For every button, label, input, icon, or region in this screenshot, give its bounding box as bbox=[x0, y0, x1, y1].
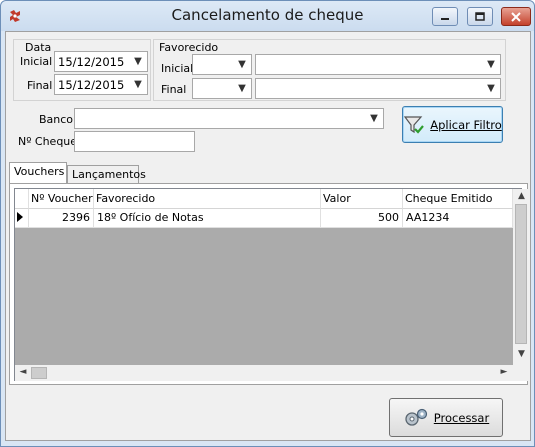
close-button[interactable] bbox=[501, 7, 531, 26]
date-group-label: Data bbox=[25, 41, 52, 54]
table-cell-check[interactable]: AA1234 bbox=[403, 209, 513, 228]
column-header-check[interactable]: Cheque Emitido bbox=[403, 189, 513, 209]
row-selector[interactable] bbox=[15, 209, 29, 228]
date-start-picker[interactable]: 15/12/2015 ▼ bbox=[54, 51, 148, 72]
current-row-arrow-icon bbox=[17, 212, 23, 222]
client-area: Data Inicial 15/12/2015 ▼ Final 15/12/20… bbox=[5, 31, 531, 441]
scroll-down-icon[interactable]: ▼ bbox=[513, 349, 530, 359]
row-header-corner bbox=[15, 189, 29, 209]
chevron-down-icon[interactable]: ▼ bbox=[485, 82, 497, 96]
table-cell-payee[interactable]: 18º Ofício de Notas bbox=[94, 209, 321, 228]
chevron-down-icon[interactable]: ▼ bbox=[236, 58, 248, 72]
scroll-thumb-horizontal[interactable] bbox=[31, 367, 47, 379]
table-cell-voucher[interactable]: 2396 bbox=[29, 209, 94, 228]
maximize-button[interactable] bbox=[467, 7, 493, 26]
check-number-input[interactable] bbox=[74, 131, 195, 152]
scroll-up-icon[interactable]: ▲ bbox=[513, 191, 530, 201]
minimize-button[interactable] bbox=[432, 7, 458, 26]
payee-end-code-select[interactable]: ▼ bbox=[192, 78, 252, 99]
bank-label: Banco bbox=[39, 113, 74, 126]
chevron-down-icon[interactable]: ▼ bbox=[132, 55, 144, 69]
date-group: Data Inicial 15/12/2015 ▼ Final 15/12/20… bbox=[13, 39, 151, 101]
minimize-icon bbox=[441, 17, 449, 20]
window: Cancelamento de cheque Data Inicial 15/1… bbox=[0, 0, 535, 447]
date-end-value: 15/12/2015 bbox=[58, 78, 125, 92]
process-button[interactable]: Processar bbox=[389, 398, 503, 437]
maximize-icon bbox=[475, 12, 485, 21]
gears-icon bbox=[405, 408, 427, 426]
check-number-label: Nº Cheque bbox=[18, 135, 78, 148]
column-header-value[interactable]: Valor bbox=[321, 189, 403, 209]
payee-start-code-select[interactable]: ▼ bbox=[192, 54, 252, 75]
horizontal-scrollbar[interactable]: ◄ ► bbox=[15, 365, 513, 381]
chevron-down-icon[interactable]: ▼ bbox=[132, 78, 144, 92]
close-icon bbox=[511, 11, 521, 22]
date-start-label: Inicial bbox=[20, 55, 53, 68]
vertical-scrollbar[interactable]: ▲ ▼ bbox=[513, 189, 530, 365]
scroll-right-icon[interactable]: ► bbox=[498, 367, 510, 377]
payee-group: Favorecido Inicial ▼ ▼ Final ▼ ▼ bbox=[153, 39, 506, 101]
chevron-down-icon[interactable]: ▼ bbox=[236, 82, 248, 96]
scroll-left-icon[interactable]: ◄ bbox=[17, 367, 29, 377]
vouchers-grid[interactable]: Nº Voucher Favorecido Valor Cheque Emiti… bbox=[14, 188, 530, 381]
column-header-payee[interactable]: Favorecido bbox=[94, 189, 321, 209]
date-end-label: Final bbox=[27, 79, 53, 92]
chevron-down-icon[interactable]: ▼ bbox=[368, 112, 380, 126]
process-label: Processar bbox=[433, 410, 490, 425]
apply-filter-button[interactable]: Aplicar Filtro bbox=[402, 106, 503, 143]
chevron-down-icon[interactable]: ▼ bbox=[485, 58, 497, 72]
scroll-thumb[interactable] bbox=[515, 204, 527, 344]
payee-start-label: Inicial bbox=[161, 62, 194, 75]
bank-select[interactable]: ▼ bbox=[74, 108, 384, 129]
table-cell-value[interactable]: 500 bbox=[321, 209, 403, 228]
column-header-voucher[interactable]: Nº Voucher bbox=[29, 189, 94, 209]
title-bar[interactable]: Cancelamento de cheque bbox=[1, 1, 534, 31]
tab-vouchers[interactable]: Vouchers bbox=[9, 162, 67, 184]
payee-start-name-select[interactable]: ▼ bbox=[255, 54, 501, 75]
payee-end-name-select[interactable]: ▼ bbox=[255, 78, 501, 99]
date-end-picker[interactable]: 15/12/2015 ▼ bbox=[54, 74, 148, 95]
tab-lancamentos[interactable]: Lançamentos bbox=[67, 165, 146, 185]
payee-group-label: Favorecido bbox=[159, 41, 219, 54]
date-start-value: 15/12/2015 bbox=[58, 55, 125, 69]
vouchers-tab-page: Nº Voucher Favorecido Valor Cheque Emiti… bbox=[9, 183, 530, 385]
scrollbar-corner bbox=[513, 365, 530, 381]
filter-icon bbox=[404, 115, 425, 134]
payee-end-label: Final bbox=[161, 83, 187, 96]
apply-filter-label: Aplicar Filtro bbox=[430, 117, 502, 132]
